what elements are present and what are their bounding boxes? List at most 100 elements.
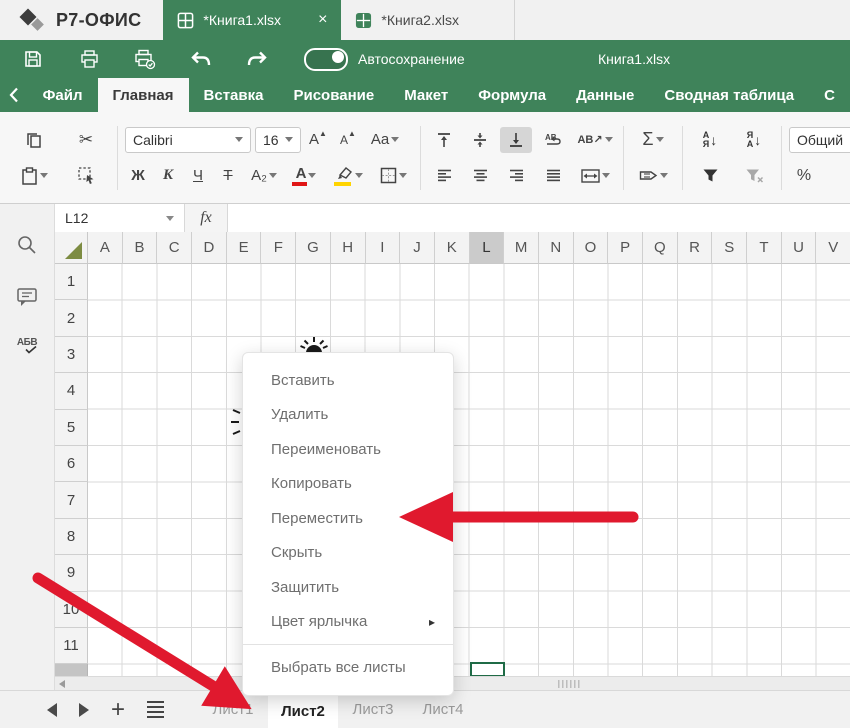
align-middle-button[interactable] xyxy=(464,127,496,153)
redo-button[interactable] xyxy=(234,44,280,74)
row-header[interactable]: 1 xyxy=(55,264,88,300)
column-header[interactable]: J xyxy=(400,232,435,264)
column-header[interactable]: F xyxy=(261,232,296,264)
row-header-12-partial[interactable] xyxy=(55,664,88,676)
change-case-button[interactable]: Aa xyxy=(365,127,405,153)
row-header[interactable]: 5 xyxy=(55,410,88,446)
insert-function-button[interactable]: fx xyxy=(185,204,228,232)
borders-button[interactable] xyxy=(373,163,413,189)
context-menu-item[interactable]: Скрыть ▸ xyxy=(243,536,453,571)
column-header[interactable]: O xyxy=(574,232,609,264)
subscript-button[interactable]: A₂ xyxy=(245,163,283,189)
sort-ascending-button[interactable]: АЯ ↓ xyxy=(690,127,730,153)
spellcheck-button[interactable]: АБВ xyxy=(14,332,40,358)
row-header[interactable]: 6 xyxy=(55,446,88,482)
wrap-text-button[interactable]: AB xyxy=(536,127,570,153)
increase-font-button[interactable]: A▲ xyxy=(305,127,331,153)
undo-button[interactable] xyxy=(178,44,224,74)
scrollbar-grip-icon[interactable] xyxy=(558,680,580,688)
align-left-button[interactable] xyxy=(428,163,460,189)
row-header[interactable]: 8 xyxy=(55,519,88,555)
named-ranges-button[interactable] xyxy=(631,163,675,189)
column-header[interactable]: T xyxy=(747,232,782,264)
row-header[interactable]: 10 xyxy=(55,592,88,628)
column-header[interactable]: H xyxy=(331,232,366,264)
add-sheet-button[interactable]: + xyxy=(111,698,125,722)
formula-input[interactable] xyxy=(228,204,850,232)
context-menu-item[interactable]: Копировать ▸ xyxy=(243,467,453,502)
align-bottom-button[interactable] xyxy=(500,127,532,153)
filter-button[interactable] xyxy=(690,163,730,189)
italic-button[interactable]: K xyxy=(155,163,181,189)
context-menu-item[interactable]: Защитить ▸ xyxy=(243,570,453,605)
align-top-button[interactable] xyxy=(428,127,460,153)
context-menu-item[interactable]: Удалить ▸ xyxy=(243,398,453,433)
sheet-tab[interactable]: Лист3 xyxy=(338,691,408,728)
font-color-button[interactable]: A xyxy=(287,163,325,189)
autosave-toggle[interactable] xyxy=(304,48,348,71)
prev-sheet-button[interactable] xyxy=(47,703,57,717)
column-header[interactable]: G xyxy=(296,232,331,264)
orientation-button[interactable]: AB↗ xyxy=(574,127,616,153)
column-header[interactable]: A xyxy=(88,232,123,264)
save-button[interactable] xyxy=(10,44,56,74)
row-header[interactable]: 3 xyxy=(55,337,88,373)
column-header[interactable]: L xyxy=(470,232,505,264)
column-header[interactable]: Q xyxy=(643,232,678,264)
font-name-combo[interactable]: Calibri xyxy=(125,127,251,153)
menu-tab[interactable]: Данные xyxy=(561,78,649,112)
percent-style-button[interactable]: % xyxy=(789,163,819,189)
highlight-color-button[interactable] xyxy=(329,163,369,189)
search-button[interactable] xyxy=(14,232,40,258)
menu-tab[interactable]: Макет xyxy=(389,78,463,112)
menu-tab[interactable]: С xyxy=(809,78,850,112)
column-header[interactable]: B xyxy=(123,232,158,264)
sheet-list-button[interactable] xyxy=(147,701,164,718)
select-button[interactable] xyxy=(62,163,110,189)
column-header[interactable]: V xyxy=(816,232,850,264)
column-header[interactable]: E xyxy=(227,232,262,264)
next-sheet-button[interactable] xyxy=(79,703,89,717)
sheet-tab[interactable]: Лист1 xyxy=(198,691,268,728)
context-menu-item[interactable]: Переместить ▸ xyxy=(243,501,453,536)
copy-button[interactable] xyxy=(10,127,58,153)
column-header[interactable]: N xyxy=(539,232,574,264)
menu-tab[interactable]: Рисование xyxy=(278,78,389,112)
cut-button[interactable]: ✂ xyxy=(62,127,110,153)
menu-tab[interactable]: Главная xyxy=(98,78,189,112)
back-chevron-button[interactable] xyxy=(0,78,28,112)
sheet-tab[interactable]: Лист4 xyxy=(408,691,478,728)
paste-button[interactable] xyxy=(10,163,58,189)
align-center-button[interactable] xyxy=(464,163,496,189)
selected-cell-L12[interactable] xyxy=(470,662,505,676)
context-menu-item[interactable]: Цвет ярлычка ▸ xyxy=(243,605,453,640)
document-tab-book2[interactable]: *Книга2.xlsx xyxy=(341,0,515,40)
decrease-font-button[interactable]: A▲ xyxy=(335,127,361,153)
font-size-combo[interactable]: 16 xyxy=(255,127,301,153)
sheet-tab[interactable]: Лист2 xyxy=(268,691,338,728)
print-button[interactable] xyxy=(66,44,112,74)
sort-descending-button[interactable]: ЯА ↓ xyxy=(734,127,774,153)
row-header[interactable]: 7 xyxy=(55,482,88,518)
number-format-combo[interactable]: Общий xyxy=(789,127,850,153)
justify-button[interactable] xyxy=(536,163,570,189)
row-header[interactable]: 9 xyxy=(55,555,88,591)
strikethrough-button[interactable]: Т xyxy=(215,163,241,189)
clear-filter-button[interactable] xyxy=(734,163,774,189)
cells-area[interactable] xyxy=(88,264,850,676)
column-header[interactable]: R xyxy=(678,232,713,264)
column-header[interactable]: D xyxy=(192,232,227,264)
menu-tab[interactable]: Сводная таблица xyxy=(649,78,809,112)
column-header[interactable]: U xyxy=(782,232,817,264)
menu-tab[interactable]: Вставка xyxy=(189,78,279,112)
column-header[interactable]: K xyxy=(435,232,470,264)
bold-button[interactable]: Ж xyxy=(125,163,151,189)
column-header[interactable]: P xyxy=(608,232,643,264)
column-header[interactable]: M xyxy=(504,232,539,264)
align-right-button[interactable] xyxy=(500,163,532,189)
row-header[interactable]: 2 xyxy=(55,300,88,336)
column-header[interactable]: S xyxy=(712,232,747,264)
menu-tab[interactable]: Файл xyxy=(28,78,98,112)
underline-button[interactable]: Ч xyxy=(185,163,211,189)
menu-tab[interactable]: Формула xyxy=(463,78,561,112)
